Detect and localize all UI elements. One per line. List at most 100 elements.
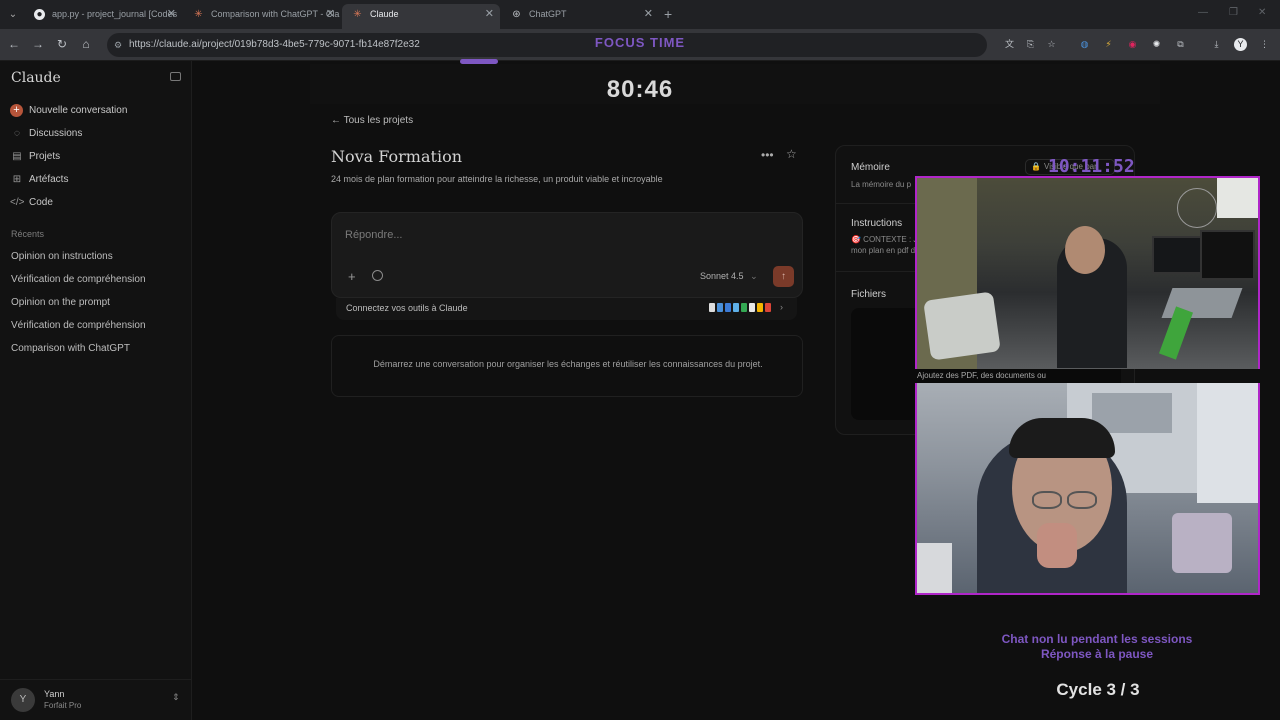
recent-conversation[interactable]: Vérification de compréhension xyxy=(11,274,146,285)
close-icon[interactable]: ✕ xyxy=(326,4,335,25)
tab-claude[interactable]: ✳ Claude ✕ xyxy=(342,4,500,29)
close-icon[interactable]: ✕ xyxy=(644,4,653,25)
send-button[interactable]: ↑ xyxy=(773,266,794,287)
tab-comparison[interactable]: ✳ Comparison with ChatGPT - Cla ✕ xyxy=(183,4,341,29)
instructions-preview: mon plan en pdf d xyxy=(851,246,916,255)
nav-label: Nouvelle conversation xyxy=(29,105,128,116)
memory-heading: Mémoire xyxy=(851,162,890,173)
chevron-right-icon: › xyxy=(780,302,783,312)
claude-icon: ✳ xyxy=(194,9,203,20)
chat-notice-line: Chat non lu pendant les sessions xyxy=(1001,632,1193,646)
chat-bubble-icon: ◌ xyxy=(14,128,20,139)
close-icon[interactable]: ✕ xyxy=(485,4,494,25)
recents-heading: Récents xyxy=(11,229,45,239)
all-projects-link[interactable]: ← Tous les projets xyxy=(331,115,413,126)
tool-logos xyxy=(709,303,771,313)
project-description: 24 mois de plan formation pour atteindre… xyxy=(331,174,663,184)
webcam-room-view xyxy=(915,176,1260,369)
lock-icon: 🔒 xyxy=(1031,162,1041,171)
model-label: Sonnet 4.5 xyxy=(700,271,744,281)
recent-conversation[interactable]: Opinion on instructions xyxy=(11,251,113,262)
grid-icon: ⊞ xyxy=(12,174,22,185)
recent-conversation[interactable]: Comparison with ChatGPT xyxy=(11,343,130,354)
model-selector[interactable]: Sonnet 4.5 ⌄ xyxy=(700,271,758,282)
claude-icon: ✳ xyxy=(353,9,362,20)
sidebar-item-code[interactable]: </> Code xyxy=(10,194,180,212)
more-menu-icon[interactable]: ⋮ xyxy=(1258,38,1271,51)
focus-timer: 80:46 xyxy=(606,76,674,103)
new-tab-button[interactable]: + xyxy=(664,6,672,22)
add-attachment-icon[interactable]: + xyxy=(348,269,356,284)
plus-icon: + xyxy=(10,104,23,117)
github-icon: ● xyxy=(34,9,45,20)
openai-extension-icon[interactable]: ✺ xyxy=(1150,38,1163,51)
instructions-preview: 🎯 CONTEXTE : J xyxy=(851,235,918,244)
page-title: Nova Formation xyxy=(331,147,462,166)
extension-icon[interactable]: ◍ xyxy=(1078,38,1091,51)
code-icon: </> xyxy=(10,197,25,208)
folder-icon: ▤ xyxy=(12,151,22,162)
reload-icon[interactable]: ↻ xyxy=(54,37,70,51)
site-info-icon[interactable]: ⚙ xyxy=(114,33,122,57)
nav-label: Discussions xyxy=(29,128,83,139)
sidebar-toggle-icon[interactable] xyxy=(170,72,181,81)
browser-toolbar: ← → ↻ ⌂ ⚙ https://claude.ai/project/019b… xyxy=(0,29,1280,61)
sidebar-item-artifacts[interactable]: ⊞ Artéfacts xyxy=(10,171,180,189)
forward-icon[interactable]: → xyxy=(30,37,46,51)
tab-search-icon[interactable]: ⌄ xyxy=(5,7,21,23)
history-icon[interactable] xyxy=(372,270,383,281)
tab-chatgpt[interactable]: ⊛ ChatGPT ✕ xyxy=(501,4,659,29)
connect-tools-bar[interactable]: Connectez vos outils à Claude › xyxy=(336,298,797,320)
profile-avatar[interactable]: Y xyxy=(1234,38,1247,51)
more-options-icon[interactable]: ••• xyxy=(761,148,774,162)
install-icon[interactable]: ⎘ xyxy=(1024,38,1037,51)
close-icon[interactable]: ✕ xyxy=(167,4,176,25)
restore-icon[interactable]: ❐ xyxy=(1229,7,1238,18)
extensions-puzzle-icon[interactable]: ⧉ xyxy=(1174,38,1187,51)
tab-github[interactable]: ● app.py - project_journal [Codes ✕ xyxy=(24,4,182,29)
user-menu[interactable]: Y Yann Forfait Pro ⇕ xyxy=(0,679,191,720)
user-name: Yann xyxy=(44,689,65,699)
chatgpt-icon: ⊛ xyxy=(512,9,521,20)
recent-conversation[interactable]: Opinion on the prompt xyxy=(11,297,110,308)
download-icon[interactable]: ⤓ xyxy=(1210,38,1223,51)
new-conversation-button[interactable]: + Nouvelle conversation xyxy=(10,102,180,120)
sidebar-item-discussions[interactable]: ◌ Discussions xyxy=(10,125,180,143)
home-icon[interactable]: ⌂ xyxy=(78,37,94,51)
main-header xyxy=(310,64,1160,104)
nav-label: Projets xyxy=(29,151,61,162)
url-text: https://claude.ai/project/019b78d3-4be5-… xyxy=(129,39,420,50)
minimize-icon[interactable]: — xyxy=(1198,7,1208,18)
empty-state-text: Démarrez une conversation pour organiser… xyxy=(373,359,763,369)
recent-conversation[interactable]: Vérification de compréhension xyxy=(11,320,146,331)
wall-clock: 10:11:52 xyxy=(1048,156,1135,177)
tab-label: Claude xyxy=(370,9,399,19)
message-composer: + Sonnet 4.5 ⌄ ↑ xyxy=(331,212,803,298)
files-heading: Fichiers xyxy=(851,289,887,300)
cycle-counter: Cycle 3 / 3 xyxy=(1056,680,1140,699)
lightning-extension-icon[interactable]: ⚡ xyxy=(1102,38,1115,51)
record-extension-icon[interactable]: ◉ xyxy=(1126,38,1139,51)
sidebar: Claude + Nouvelle conversation ◌ Discuss… xyxy=(0,61,192,720)
browser-tab-strip: ⌄ ● app.py - project_journal [Codes ✕ ✳ … xyxy=(0,0,1280,29)
translate-icon[interactable]: 文 xyxy=(1003,38,1016,51)
address-bar[interactable]: ⚙ https://claude.ai/project/019b78d3-4be… xyxy=(107,33,987,57)
star-icon[interactable]: ☆ xyxy=(786,147,797,161)
instructions-heading[interactable]: Instructions xyxy=(851,218,902,229)
chevron-updown-icon: ⇕ xyxy=(172,692,180,702)
back-icon[interactable]: ← xyxy=(6,37,22,51)
bookmark-star-icon[interactable]: ☆ xyxy=(1045,38,1058,51)
sidebar-item-projects[interactable]: ▤ Projets xyxy=(10,148,180,166)
files-hint: Ajoutez des PDF, des documents ou xyxy=(917,371,1046,380)
nav-label: Artéfacts xyxy=(29,174,69,185)
chevron-down-icon: ⌄ xyxy=(750,271,758,281)
user-plan: Forfait Pro xyxy=(44,701,82,710)
close-window-icon[interactable]: ✕ xyxy=(1258,7,1266,18)
brand-logo[interactable]: Claude xyxy=(11,70,61,86)
tab-label: Comparison with ChatGPT - Cla xyxy=(211,9,340,19)
back-label: Tous les projets xyxy=(343,115,414,126)
message-input[interactable] xyxy=(345,229,675,241)
chat-notice: Chat non lu pendant les sessions Réponse… xyxy=(950,632,1244,662)
chat-notice-line: Réponse à la pause xyxy=(1040,647,1154,661)
memory-description: La mémoire du p xyxy=(851,180,912,189)
